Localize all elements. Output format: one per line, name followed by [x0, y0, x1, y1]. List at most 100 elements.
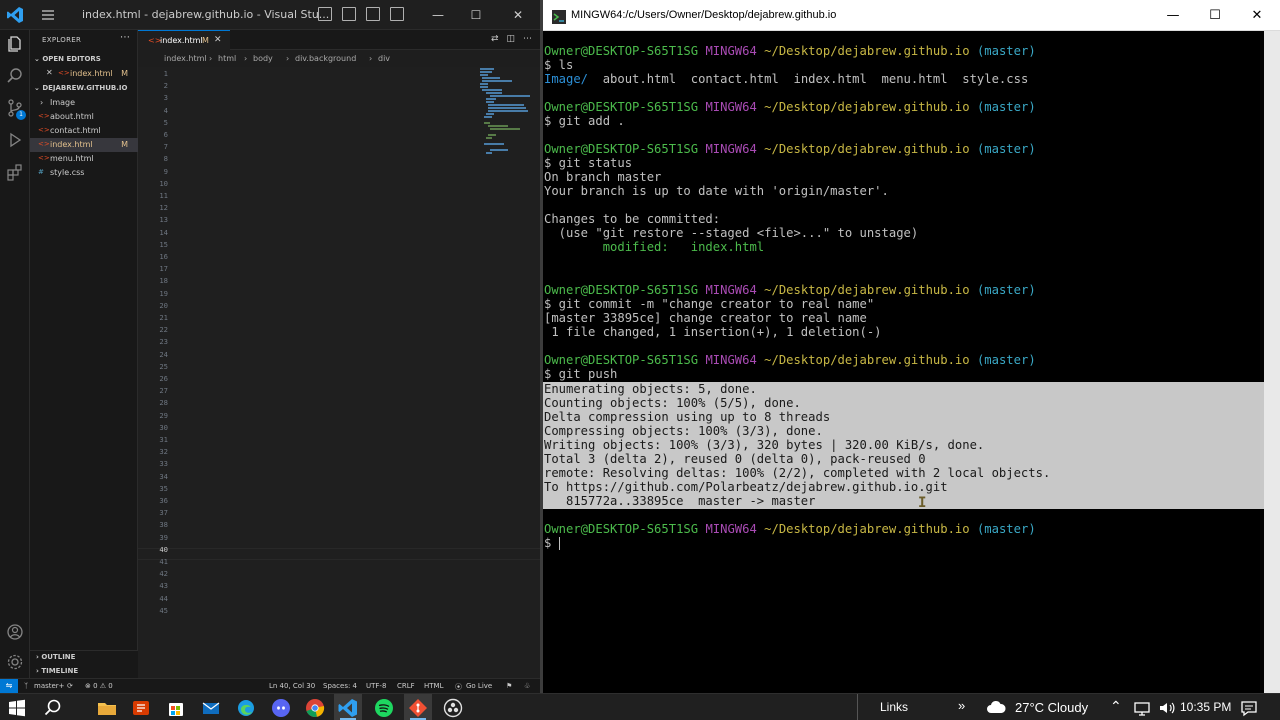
line-number: 1 [163, 69, 168, 78]
explorer-icon[interactable] [5, 34, 25, 54]
chrome-icon[interactable] [304, 697, 326, 719]
tree-item-menu[interactable]: <> menu.html [30, 152, 138, 166]
more-actions-icon[interactable]: ⋯ [120, 32, 130, 43]
breadcrumb-sep: › [369, 54, 373, 63]
line-number: 8 [163, 154, 168, 164]
output-line: Total 3 (delta 2), reused 0 (delta 0), p… [544, 452, 926, 466]
output-line: Writing objects: 100% (3/3), 320 bytes |… [544, 438, 985, 452]
line-number: 2 [163, 81, 168, 91]
eol-status[interactable]: CRLF [397, 682, 415, 690]
mingw-icon [552, 9, 566, 24]
line-number: 36 [159, 496, 168, 505]
workspace-folder[interactable]: ⌄ DEJABREW.GITHUB.IO [34, 84, 127, 92]
tree-item-about[interactable]: <> about.html [30, 110, 138, 124]
cloud-weather-icon [985, 696, 1007, 718]
maximize-icon[interactable]: ☐ [466, 5, 486, 25]
breadcrumb-item[interactable]: body [253, 54, 273, 63]
sync-icon[interactable]: ⟳ [67, 682, 73, 690]
notifications-icon[interactable]: ♧ [524, 682, 530, 690]
outline-section[interactable]: › OUTLINE [36, 653, 75, 661]
file-explorer-icon[interactable] [96, 697, 118, 719]
line-number: 30 [159, 422, 168, 432]
links-toolbar[interactable]: Links [880, 700, 908, 714]
branch-status[interactable]: master+ [34, 682, 65, 690]
open-changes-icon[interactable]: ⇄ [491, 34, 499, 44]
command-line: $ git commit -m "change creator to real … [544, 297, 875, 311]
open-editor-item[interactable]: ✕ <> index.html M [30, 67, 138, 81]
run-debug-icon[interactable] [5, 130, 25, 150]
clock[interactable]: 10:35 PM [1180, 700, 1231, 714]
line-number: 21 [159, 313, 168, 322]
chevron-up-icon[interactable]: ⌃ [1110, 698, 1122, 715]
open-editors-section[interactable]: ⌄ OPEN EDITORS [34, 55, 101, 63]
hamburger-menu-icon[interactable] [40, 7, 56, 23]
breadcrumb: index.html › html › body › div.backgroun… [138, 51, 540, 67]
extensions-icon[interactable] [5, 162, 25, 182]
line-number: 12 [159, 203, 168, 213]
breadcrumb-item[interactable]: div [378, 54, 390, 63]
toggle-sidebar-icon[interactable] [318, 7, 332, 21]
spotify-icon[interactable] [373, 697, 395, 719]
tree-item-image-folder[interactable]: › Image [30, 96, 138, 110]
feedback-icon[interactable]: ⚑ [506, 682, 512, 690]
mail-icon[interactable] [200, 697, 222, 719]
line-number: 15 [159, 239, 168, 249]
accounts-icon[interactable] [5, 622, 25, 642]
tab-modified-badge: M [202, 36, 209, 45]
maximize-icon[interactable]: ☐ [1205, 6, 1225, 26]
code-editor[interactable]: 1 2 3 4 5 6 7 8 9 10 11 12 13 14 15 16 17 18 19 20 21 22 23 24 2… [138, 67, 540, 678]
remote-indicator-icon[interactable]: ⇋ [0, 679, 18, 694]
golive-icon: ⦿ [455, 683, 462, 691]
language-status[interactable]: HTML [424, 682, 443, 690]
cursor-position[interactable]: Ln 40, Col 30 [269, 682, 315, 690]
timeline-section[interactable]: › TIMELINE [36, 667, 78, 675]
customize-layout-icon[interactable] [390, 7, 404, 21]
windows-start-icon[interactable] [6, 697, 28, 719]
tree-item-contact[interactable]: <> contact.html [30, 124, 138, 138]
breadcrumb-item[interactable]: index.html [164, 54, 207, 63]
split-editor-icon[interactable]: ◫ [506, 34, 515, 44]
golive-button[interactable]: Go Live [466, 682, 492, 690]
vscode-taskbar-icon[interactable] [337, 697, 359, 719]
minimize-icon[interactable]: — [1163, 6, 1183, 26]
terminal-output[interactable]: Owner@DESKTOP-S65T1SG MINGW64 ~/Desktop/… [543, 31, 1264, 693]
tab-close-icon[interactable]: ✕ [214, 35, 222, 45]
git-bash-icon[interactable] [407, 697, 429, 719]
tree-item-index[interactable]: <> index.html M [30, 138, 138, 152]
close-editor-icon[interactable]: ✕ [46, 68, 53, 77]
output-line: Counting objects: 100% (5/5), done. [544, 396, 801, 410]
tab-index-html[interactable]: <> index.html M ✕ [138, 30, 230, 50]
edge-icon[interactable] [235, 697, 257, 719]
minimize-icon[interactable]: — [428, 5, 448, 25]
terminal-scrollbar[interactable] [1264, 31, 1280, 693]
toggle-panel-icon[interactable] [342, 7, 356, 21]
line-number: 43 [159, 581, 168, 591]
tree-item-style[interactable]: # style.css [30, 166, 138, 180]
breadcrumb-item[interactable]: html [218, 54, 236, 63]
obs-icon[interactable] [442, 697, 464, 719]
tree-item-label: index.html [50, 140, 93, 149]
breadcrumb-item[interactable]: div.background [295, 54, 356, 63]
minimap[interactable] [478, 67, 536, 157]
close-icon[interactable]: ✕ [508, 5, 528, 25]
indentation-status[interactable]: Spaces: 4 [323, 682, 357, 690]
gear-icon[interactable] [5, 652, 25, 672]
network-icon[interactable] [1132, 697, 1154, 719]
discord-icon[interactable] [270, 697, 292, 719]
toggle-secondary-sidebar-icon[interactable] [366, 7, 380, 21]
more-actions-icon[interactable]: ⋯ [523, 34, 532, 44]
search-icon[interactable] [42, 697, 64, 719]
volume-icon[interactable] [1156, 697, 1178, 719]
output-line: Delta compression using up to 8 threads [544, 410, 831, 424]
chevron-right-icon[interactable]: » [958, 698, 965, 713]
tree-item-label: Image [50, 98, 76, 107]
notification-center-icon[interactable] [1238, 697, 1260, 719]
search-icon[interactable] [5, 66, 25, 86]
close-icon[interactable]: ✕ [1247, 6, 1267, 26]
encoding-status[interactable]: UTF-8 [366, 682, 386, 690]
office-icon[interactable] [130, 697, 152, 719]
problems-status[interactable]: ⊗ 0 ⚠ 0 [85, 682, 113, 690]
store-icon[interactable] [165, 697, 187, 719]
weather-status[interactable]: 27°C Cloudy [1015, 700, 1088, 715]
ibeam-cursor-icon: I [918, 495, 927, 511]
